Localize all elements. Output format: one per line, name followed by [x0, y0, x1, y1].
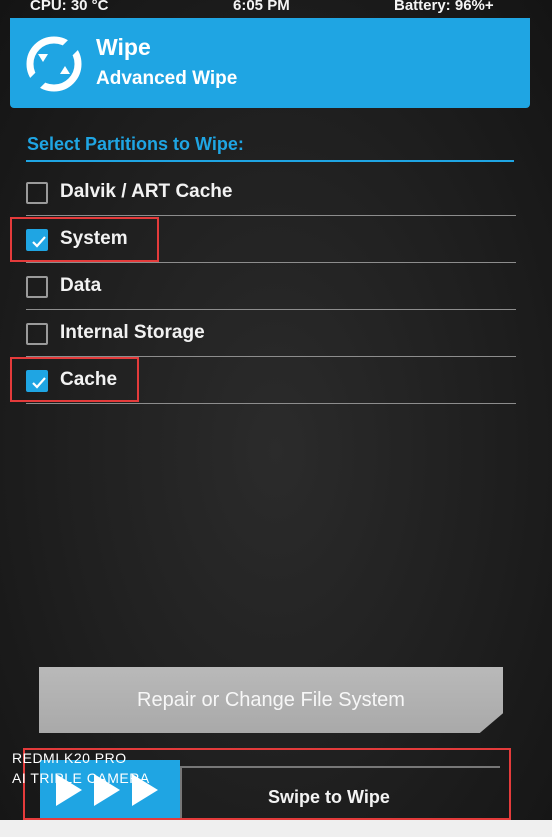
partition-label: Data [60, 275, 102, 296]
row-divider [26, 403, 516, 404]
checkbox-data[interactable] [26, 276, 48, 298]
cpu-temp: CPU: 30 °C [30, 0, 109, 14]
twrp-logo-icon [26, 36, 82, 92]
partition-label: Dalvik / ART Cache [60, 181, 233, 202]
partition-label: Internal Storage [60, 322, 205, 343]
section-divider [26, 160, 514, 162]
row-divider [26, 215, 516, 216]
status-bar: CPU: 30 °C 6:05 PM Battery: 96%+ [0, 0, 552, 18]
page-subtitle: Advanced Wipe [96, 68, 238, 89]
row-divider [26, 309, 516, 310]
partition-row-dalvik[interactable]: Dalvik / ART Cache [26, 170, 516, 216]
checkbox-dalvik[interactable] [26, 182, 48, 204]
partition-row-data[interactable]: Data [26, 264, 516, 310]
partitions-title: Select Partitions to Wipe: [27, 134, 244, 154]
clock: 6:05 PM [233, 0, 290, 14]
page-title: Wipe [96, 34, 151, 60]
row-divider [26, 262, 516, 263]
repair-file-system-button[interactable]: Repair or Change File System [39, 667, 503, 733]
partition-row-internal-storage[interactable]: Internal Storage [26, 311, 516, 357]
battery-status: Battery: 96%+ [394, 0, 494, 14]
highlight-box-cache [10, 357, 139, 402]
header-bar: Wipe Advanced Wipe [10, 18, 530, 108]
highlight-box-system [10, 217, 159, 262]
camera-watermark-line1: REDMI K20 PRO [12, 750, 127, 766]
checkbox-internal-storage[interactable] [26, 323, 48, 345]
camera-watermark-line2: AI TRIPLE CAMERA [12, 770, 150, 786]
photo-border [0, 820, 552, 837]
twrp-screen: CPU: 30 °C 6:05 PM Battery: 96%+ Wipe Ad… [0, 0, 552, 820]
